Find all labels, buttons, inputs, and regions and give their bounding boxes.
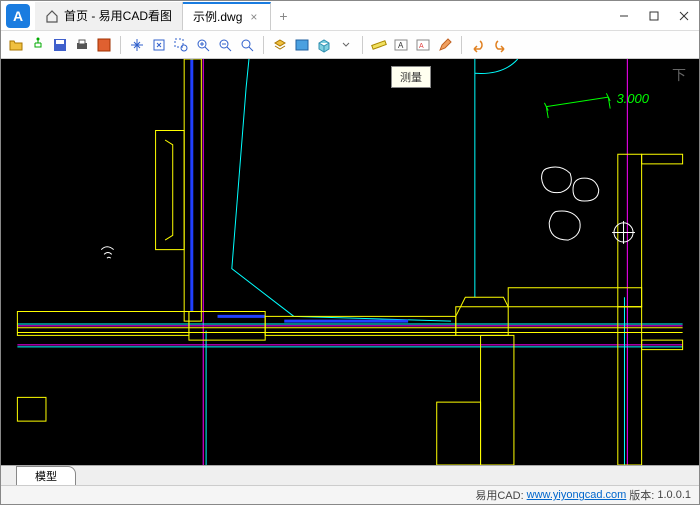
undo-button[interactable] [468,35,488,55]
annotate-button[interactable]: A [413,35,433,55]
tab-file[interactable]: 示例.dwg × [183,2,271,30]
zoom-out-button[interactable] [215,35,235,55]
svg-text:A: A [419,43,424,50]
window-controls [609,1,699,31]
maximize-button[interactable] [639,1,669,31]
layers-button[interactable] [270,35,290,55]
status-version-label: 版本: [629,487,654,503]
titlebar: A 首页 - 易用CAD看图 示例.dwg × + [1,1,699,31]
tab-close-icon[interactable]: × [247,10,260,24]
minimize-button[interactable] [609,1,639,31]
app-logo: A [6,4,30,28]
edit-button[interactable] [435,35,455,55]
separator [120,36,121,54]
statusbar: 易用CAD: www.yiyongcad.com 版本: 1.0.0.1 [1,485,699,504]
save-button[interactable] [50,35,70,55]
tab-home-label: 首页 - 易用CAD看图 [64,7,172,24]
pan-button[interactable] [127,35,147,55]
new-tab-button[interactable]: + [271,8,295,24]
tab-home[interactable]: 首页 - 易用CAD看图 [35,2,183,30]
redo-button[interactable] [490,35,510,55]
compass-label: 下 [672,65,686,85]
text-button[interactable]: A [391,35,411,55]
home-icon [45,9,59,23]
separator [362,36,363,54]
cad-canvas[interactable]: 测量 下 3.000 [1,59,699,465]
separator [461,36,462,54]
zoom-extents-button[interactable] [149,35,169,55]
tree-button[interactable] [28,35,48,55]
export-button[interactable] [94,35,114,55]
measure-button[interactable] [369,35,389,55]
layout-tabs: 模型 [1,465,699,485]
close-button[interactable] [669,1,699,31]
status-prefix: 易用CAD: [475,487,523,503]
model-tab[interactable]: 模型 [16,466,76,485]
print-button[interactable] [72,35,92,55]
toolbar: A A [1,31,699,59]
zoom-in-button[interactable] [193,35,213,55]
tab-file-label: 示例.dwg [193,8,242,25]
drawing-svg [1,59,699,465]
status-link[interactable]: www.yiyongcad.com [527,489,627,501]
3d-button[interactable] [314,35,334,55]
properties-button[interactable] [292,35,312,55]
status-version: 1.0.0.1 [657,489,691,501]
svg-text:A: A [398,41,404,50]
dimension-value: 3.000 [616,91,649,106]
measure-tooltip: 测量 [391,66,431,88]
separator [263,36,264,54]
zoom-realtime-button[interactable] [237,35,257,55]
dropdown-icon[interactable] [336,35,356,55]
zoom-window-button[interactable] [171,35,191,55]
open-button[interactable] [6,35,26,55]
